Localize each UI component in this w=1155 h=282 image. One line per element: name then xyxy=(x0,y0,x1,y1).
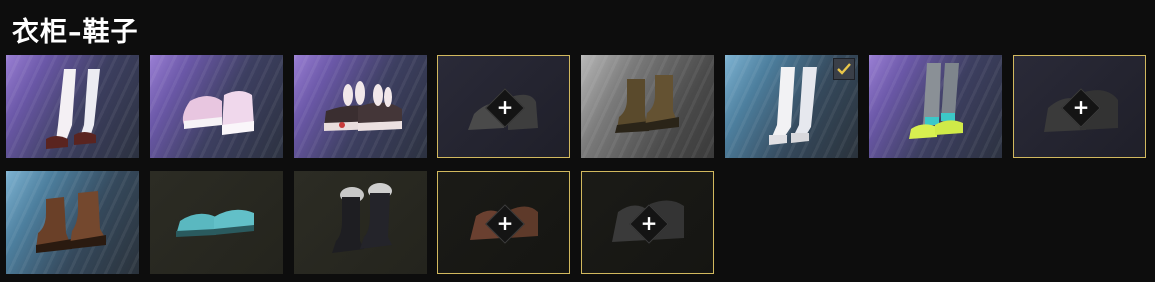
shoe-slot-13-empty[interactable]: + xyxy=(581,171,714,274)
pink-sneakers-icon xyxy=(182,91,254,135)
shoe-slot-5[interactable] xyxy=(581,55,714,158)
combat-boots-icon xyxy=(615,75,679,133)
shoe-slot-3[interactable] xyxy=(294,55,427,158)
shoe-slot-6[interactable] xyxy=(725,55,858,158)
shoe-slot-4-empty[interactable]: + xyxy=(437,55,570,158)
page-title: 衣柜–鞋子 xyxy=(12,17,139,48)
shoe-slot-7[interactable] xyxy=(869,55,1002,158)
bunny-sneakers-icon xyxy=(324,81,402,131)
metal-leg-sneakers-icon xyxy=(909,63,963,139)
stockings-maryjane-icon xyxy=(46,69,100,149)
teal-clogs-icon xyxy=(176,209,254,237)
shoe-slot-8-empty[interactable]: + xyxy=(1013,55,1146,158)
shoe-slot-1[interactable] xyxy=(6,55,139,158)
fur-boots-icon xyxy=(332,183,392,253)
shoe-slot-11[interactable] xyxy=(294,171,427,274)
leather-boots-icon xyxy=(36,191,106,253)
shoe-slot-2[interactable] xyxy=(150,55,283,158)
shoe-slot-10[interactable] xyxy=(150,171,283,274)
shoe-slot-12-empty[interactable]: + xyxy=(437,171,570,274)
shoe-slot-9[interactable] xyxy=(6,171,139,274)
equipped-check-icon xyxy=(833,58,855,80)
